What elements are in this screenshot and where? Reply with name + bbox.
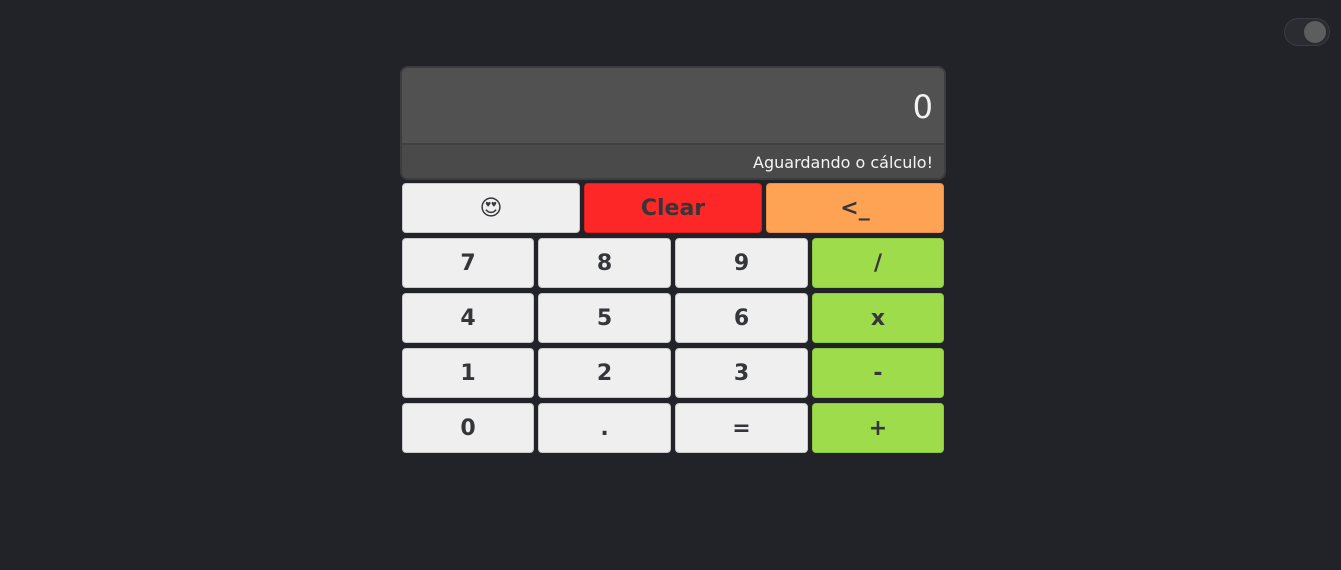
key-7[interactable]: 7 bbox=[402, 238, 534, 288]
display-status: Aguardando o cálculo! bbox=[402, 145, 944, 178]
key-0[interactable]: 0 bbox=[402, 403, 534, 453]
backspace-button[interactable]: <_ bbox=[766, 183, 944, 233]
multiply-button[interactable]: x bbox=[812, 293, 944, 343]
toggle-knob-icon bbox=[1304, 21, 1326, 43]
calculator: 0 Aguardando o cálculo! bbox=[400, 66, 946, 180]
key-4[interactable]: 4 bbox=[402, 293, 534, 343]
key-5[interactable]: 5 bbox=[538, 293, 671, 343]
display-value: 0 bbox=[402, 68, 944, 145]
key-2[interactable]: 2 bbox=[538, 348, 671, 398]
decimal-button[interactable]: . bbox=[538, 403, 671, 453]
key-3[interactable]: 3 bbox=[675, 348, 808, 398]
subtract-button[interactable]: - bbox=[812, 348, 944, 398]
key-9[interactable]: 9 bbox=[675, 238, 808, 288]
clear-button[interactable]: Clear bbox=[584, 183, 762, 233]
add-button[interactable]: + bbox=[812, 403, 944, 453]
key-6[interactable]: 6 bbox=[675, 293, 808, 343]
equals-button[interactable]: = bbox=[675, 403, 808, 453]
theme-toggle[interactable] bbox=[1284, 18, 1330, 46]
divide-button[interactable]: / bbox=[812, 238, 944, 288]
emoji-button[interactable]: 😍 bbox=[402, 183, 580, 233]
display: 0 Aguardando o cálculo! bbox=[400, 66, 946, 180]
key-8[interactable]: 8 bbox=[538, 238, 671, 288]
key-1[interactable]: 1 bbox=[402, 348, 534, 398]
